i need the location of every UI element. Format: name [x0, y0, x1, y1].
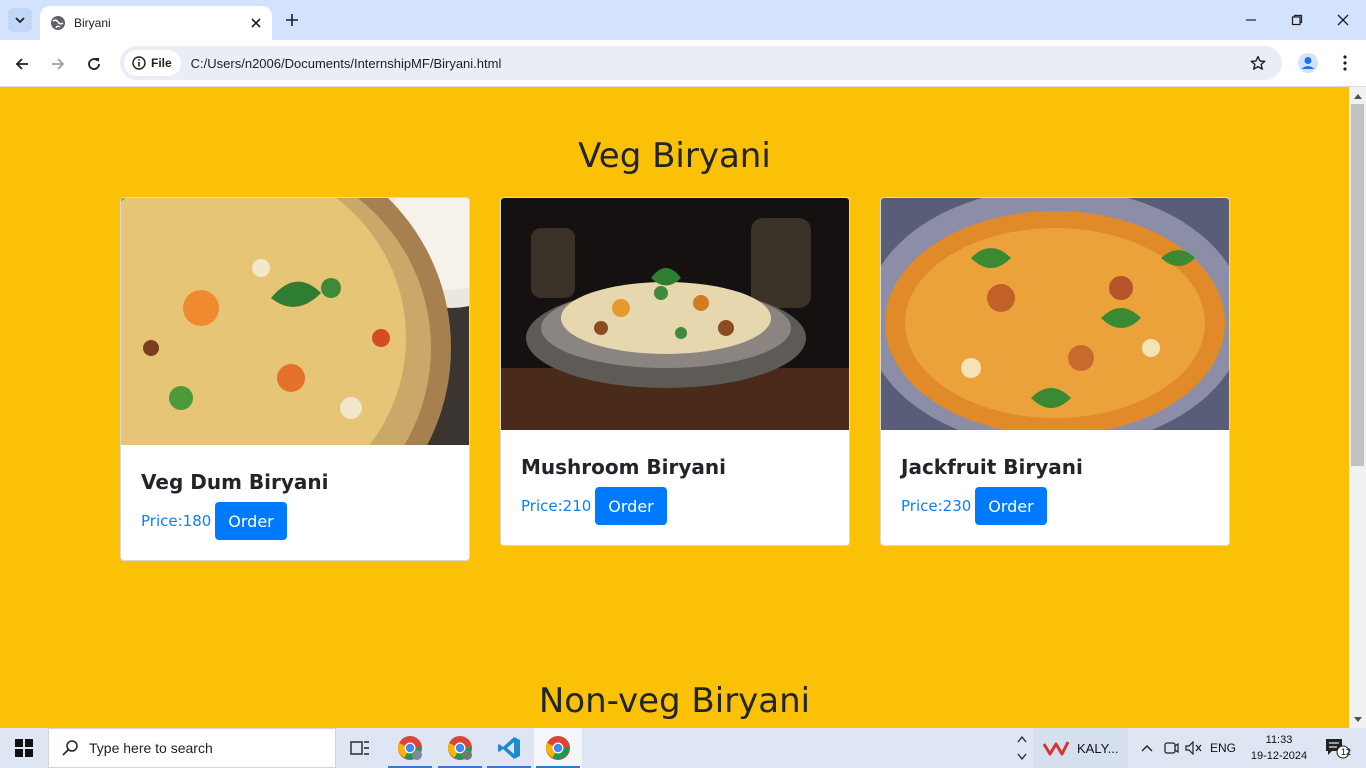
section-title-veg: Veg Biryani: [578, 136, 771, 176]
tab-title: Biryani: [74, 16, 111, 30]
chevron-down-icon: [15, 17, 25, 24]
vscode-icon[interactable]: [485, 728, 533, 768]
bookmark-star-icon[interactable]: [1244, 49, 1272, 77]
tab-close-icon[interactable]: [246, 13, 266, 33]
card-price-row: Price:180 Order: [141, 502, 449, 540]
price-text: Price:230: [901, 497, 972, 515]
restore-icon[interactable]: [1274, 0, 1320, 40]
chrome-profile-1-icon[interactable]: [386, 728, 434, 768]
taskbar-search-box[interactable]: Type here to search: [48, 728, 336, 768]
volume-muted-icon[interactable]: [1184, 728, 1204, 768]
clock[interactable]: 11:33 19-12-2024: [1250, 732, 1308, 764]
meet-now-icon[interactable]: [1161, 728, 1181, 768]
weather-label: KALY...: [1077, 740, 1119, 756]
biryani-card: Mushroom Biryani Price:210 Order: [500, 197, 850, 546]
notification-count: 12: [1340, 747, 1351, 757]
tray-scroll-arrows[interactable]: [1013, 728, 1031, 768]
hidden-icons-chevron-icon[interactable]: [1138, 728, 1156, 768]
reload-icon[interactable]: [80, 50, 108, 78]
site-info-chip[interactable]: File: [124, 50, 181, 76]
browser-tab[interactable]: Biryani: [40, 6, 272, 40]
card-title: Veg Dum Biryani: [141, 470, 329, 494]
mushroom-biryani-image: [501, 198, 849, 430]
scroll-down-arrow-icon[interactable]: [1349, 711, 1366, 728]
price-text: Price:210: [521, 497, 592, 515]
card-body: Jackfruit Biryani Price:230 Order: [881, 435, 1229, 545]
section-title-nonveg: Non-veg Biryani: [538, 681, 811, 721]
page-viewport: Veg Biryani Veg Dum Biryani Price:180 Or…: [0, 87, 1349, 728]
up-down-arrows-icon: [1017, 735, 1027, 761]
windows-taskbar: Type here to search KALY... ENG 11:33 19…: [0, 728, 1366, 768]
new-tab-plus-icon[interactable]: [280, 8, 304, 32]
veg-dum-biryani-image: [121, 198, 469, 558]
language-indicator[interactable]: ENG: [1210, 728, 1240, 768]
search-icon: [62, 740, 78, 756]
task-view-icon[interactable]: [336, 728, 384, 768]
close-window-icon[interactable]: [1320, 0, 1366, 40]
clock-time: 11:33: [1265, 734, 1293, 746]
address-bar[interactable]: File C:/Users/n2006/Documents/Internship…: [120, 46, 1282, 80]
browser-toolbar: File C:/Users/n2006/Documents/Internship…: [0, 40, 1366, 87]
price-text: Price:180: [141, 512, 212, 530]
minimize-icon[interactable]: [1228, 0, 1274, 40]
card-price-row: Price:210 Order: [521, 487, 829, 525]
weather-widget[interactable]: KALY...: [1033, 728, 1128, 768]
order-button[interactable]: Order: [595, 487, 667, 525]
card-body: Mushroom Biryani Price:210 Order: [501, 435, 849, 545]
card-price-row: Price:230 Order: [901, 487, 1209, 525]
chrome-profile-2-icon[interactable]: [436, 728, 484, 768]
card-body: Veg Dum Biryani Price:180 Order: [121, 450, 469, 560]
scroll-up-arrow-icon[interactable]: [1349, 87, 1366, 104]
card-title: Jackfruit Biryani: [901, 455, 1083, 479]
clock-date: 19-12-2024: [1250, 750, 1308, 762]
stock-logo-icon: [1043, 741, 1069, 756]
scrollbar-thumb[interactable]: [1351, 104, 1364, 466]
search-placeholder: Type here to search: [89, 740, 213, 756]
card-title: Mushroom Biryani: [521, 455, 727, 479]
notification-center-icon[interactable]: 12: [1320, 728, 1354, 768]
info-icon: [132, 56, 146, 70]
biryani-card: Veg Dum Biryani Price:180 Order: [120, 197, 470, 561]
biryani-card: Jackfruit Biryani Price:230 Order: [880, 197, 1230, 546]
chrome-active-icon[interactable]: [534, 728, 582, 768]
browser-tab-strip: Biryani: [0, 0, 1366, 40]
profile-avatar-icon[interactable]: [1294, 49, 1322, 77]
windows-start-icon[interactable]: [0, 728, 48, 768]
jackfruit-biryani-image: [881, 198, 1229, 448]
order-button[interactable]: Order: [215, 502, 287, 540]
page-scrollbar[interactable]: [1349, 87, 1366, 728]
forward-arrow-icon[interactable]: [44, 50, 72, 78]
language-text: ENG: [1210, 741, 1237, 755]
url-text[interactable]: C:/Users/n2006/Documents/InternshipMF/Bi…: [191, 56, 1244, 71]
order-button[interactable]: Order: [975, 487, 1047, 525]
more-menu-icon[interactable]: [1331, 49, 1359, 77]
globe-icon: [51, 16, 65, 30]
file-chip-label: File: [151, 56, 172, 70]
back-arrow-icon[interactable]: [8, 50, 36, 78]
tab-search-button[interactable]: [8, 8, 32, 32]
